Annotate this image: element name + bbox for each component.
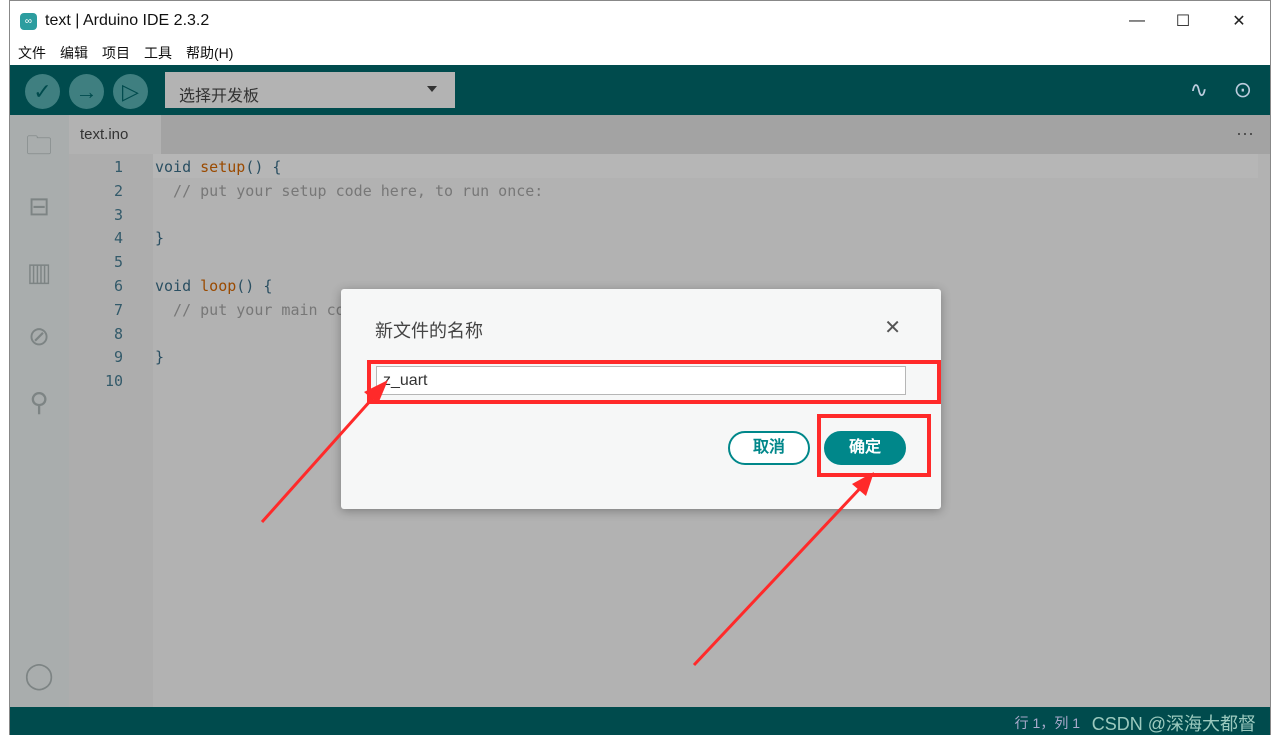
- input-highlight-box: [367, 360, 941, 404]
- ok-highlight-box: [817, 414, 931, 477]
- annotation-overlay: [260, 360, 941, 667]
- arrow-to-input: [260, 389, 382, 523]
- arrow-to-ok: [692, 480, 868, 667]
